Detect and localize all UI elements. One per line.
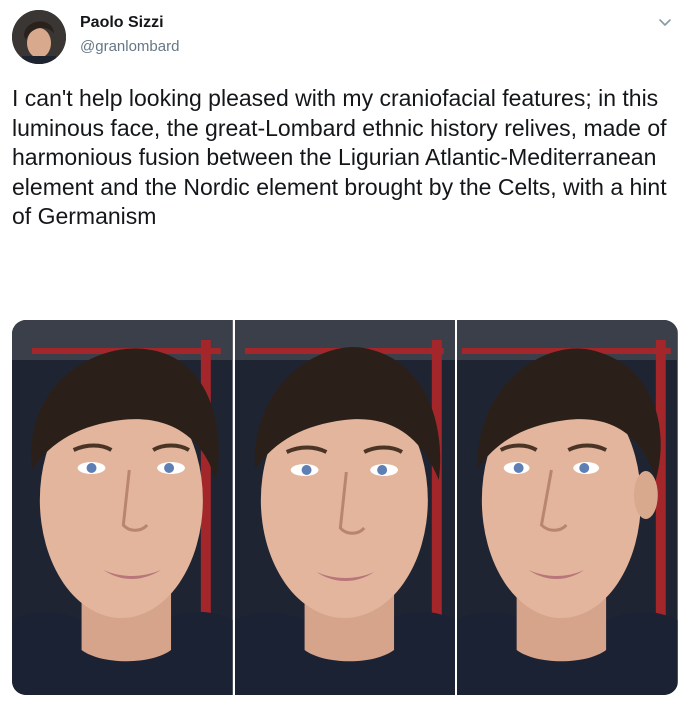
author-display-name[interactable]: Paolo Sizzi [80, 14, 164, 32]
avatar-image [12, 10, 66, 64]
tweet-text: I can't help looking pleased with my cra… [12, 85, 667, 229]
tweet-photo-2[interactable] [234, 320, 456, 695]
tweet-photo-1[interactable] [12, 320, 233, 695]
tweet-card: Paolo Sizzi @granlombard I can't help lo… [0, 0, 680, 707]
author-handle[interactable]: @granlombard [80, 38, 179, 55]
chevron-down-icon[interactable] [656, 14, 674, 32]
avatar[interactable] [12, 10, 66, 64]
tweet-media [12, 320, 678, 695]
tweet-photo-3[interactable] [457, 320, 678, 695]
